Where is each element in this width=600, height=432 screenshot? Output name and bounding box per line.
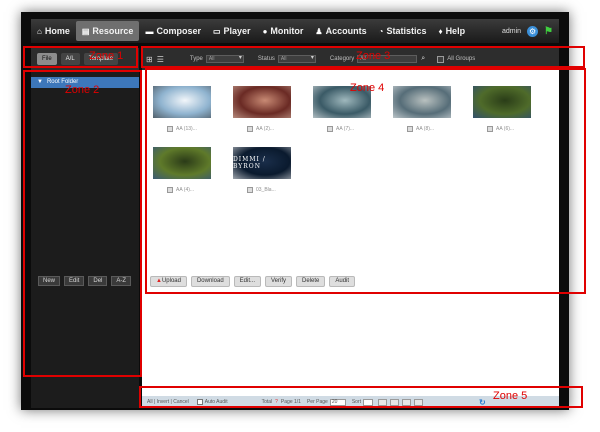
composer-icon: ▬ (145, 26, 154, 36)
nav-statistics-label: Statistics (386, 26, 427, 36)
nav-monitor[interactable]: ● Monitor (257, 21, 310, 41)
statistics-icon: ◔ (378, 26, 384, 36)
zone-4-label: Zone 4 (350, 82, 385, 94)
nav-statistics[interactable]: ◔ Statistics (373, 21, 433, 41)
logout-runner-icon[interactable]: ⚑ (544, 26, 553, 37)
nav-accounts[interactable]: ♟ Accounts (309, 21, 372, 41)
zone-2-label: Zone 2 (65, 84, 100, 96)
nav-help[interactable]: ♦ Help (432, 21, 471, 41)
nav-accounts-label: Accounts (325, 26, 367, 36)
help-icon: ♦ (438, 26, 443, 36)
username-link[interactable]: admin (502, 28, 521, 35)
nav-monitor-label: Monitor (270, 26, 304, 36)
zone-2-box (23, 70, 142, 377)
nav-resource-label: Resource (92, 26, 134, 36)
nav-user-area: admin ⚙ ⚑ (502, 25, 559, 37)
nav-player[interactable]: ▭ Player (207, 21, 257, 41)
zone-3-label: Zone 3 (356, 50, 391, 62)
top-navigation: ⌂ Home ▤ Resource ▬ Composer ▭ Player ● … (31, 19, 559, 43)
nav-composer-label: Composer (156, 26, 201, 36)
accounts-icon: ♟ (315, 26, 323, 36)
zone-5-label: Zone 5 (493, 390, 528, 402)
nav-home-label: Home (44, 26, 70, 36)
nav-help-label: Help (445, 26, 466, 36)
zone-4-box (145, 68, 586, 294)
nav-player-label: Player (223, 26, 251, 36)
zone-1-label: Zone 1 (89, 50, 124, 62)
nav-home[interactable]: ⌂ Home (31, 21, 76, 41)
resource-icon: ▤ (81, 26, 90, 36)
player-icon: ▭ (212, 26, 221, 36)
monitor-icon: ● (262, 26, 268, 36)
settings-gear-icon[interactable]: ⚙ (527, 25, 539, 37)
nav-resource[interactable]: ▤ Resource (75, 21, 140, 41)
nav-composer[interactable]: ▬ Composer (139, 21, 207, 41)
home-icon: ⌂ (37, 26, 42, 36)
